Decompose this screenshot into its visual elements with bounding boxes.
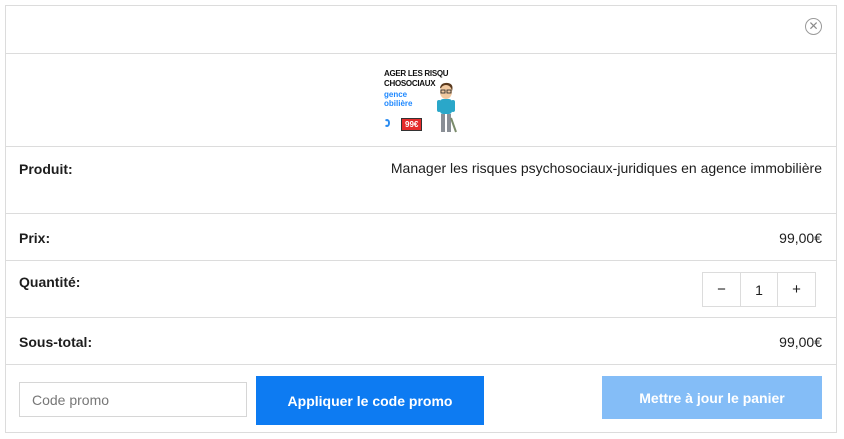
thumbnail-text-line1: AGER LES RISQU [384,69,449,78]
quantity-decrease-button[interactable]: − [703,273,740,306]
quantity-increase-button[interactable]: + [778,273,815,306]
thumbnail-price-tag: 99€ [401,118,423,131]
cart-actions-row: Appliquer le code promo Mettre à jour le… [6,365,836,434]
quantity-input[interactable]: 1 [740,273,778,306]
price-row: Prix: 99,00€ [6,214,836,261]
character-illustration-icon [437,82,457,133]
close-icon[interactable]: ✕ [805,18,822,35]
thumbnail-text-line2: CHOSOCIAUX [384,79,436,88]
quantity-label: Quantité: [19,274,81,290]
cart-table: ✕ AGER LES RISQU CHOSOCIAUX gence obiliè… [5,5,837,433]
product-name-link[interactable]: Manager les risques psychosociaux-juridi… [391,160,822,176]
thumbnail-text-line4: obilière [384,99,413,108]
thumbnail-text-line3: gence [384,90,408,99]
subtotal-label: Sous-total: [19,334,93,350]
promo-code-input[interactable] [19,382,247,417]
subtotal-row: Sous-total: 99,00€ [6,318,836,365]
cart-header-row: ✕ [6,6,836,54]
thumbnail-logo-icon [384,119,390,127]
product-thumbnail-row: AGER LES RISQU CHOSOCIAUX gence obilière… [6,54,836,147]
price-label: Prix: [19,230,51,246]
subtotal-value: 99,00€ [779,334,822,350]
quantity-row: Quantité: − 1 + [6,261,836,318]
quantity-stepper: − 1 + [702,272,816,307]
product-label: Produit: [19,161,73,177]
update-cart-button[interactable]: Mettre à jour le panier [602,376,822,419]
product-row: Produit: Manager les risques psychosocia… [6,147,836,214]
price-value: 99,00€ [779,230,822,246]
product-thumbnail[interactable]: AGER LES RISQU CHOSOCIAUX gence obilière… [382,66,458,136]
apply-promo-button[interactable]: Appliquer le code promo [256,376,484,425]
